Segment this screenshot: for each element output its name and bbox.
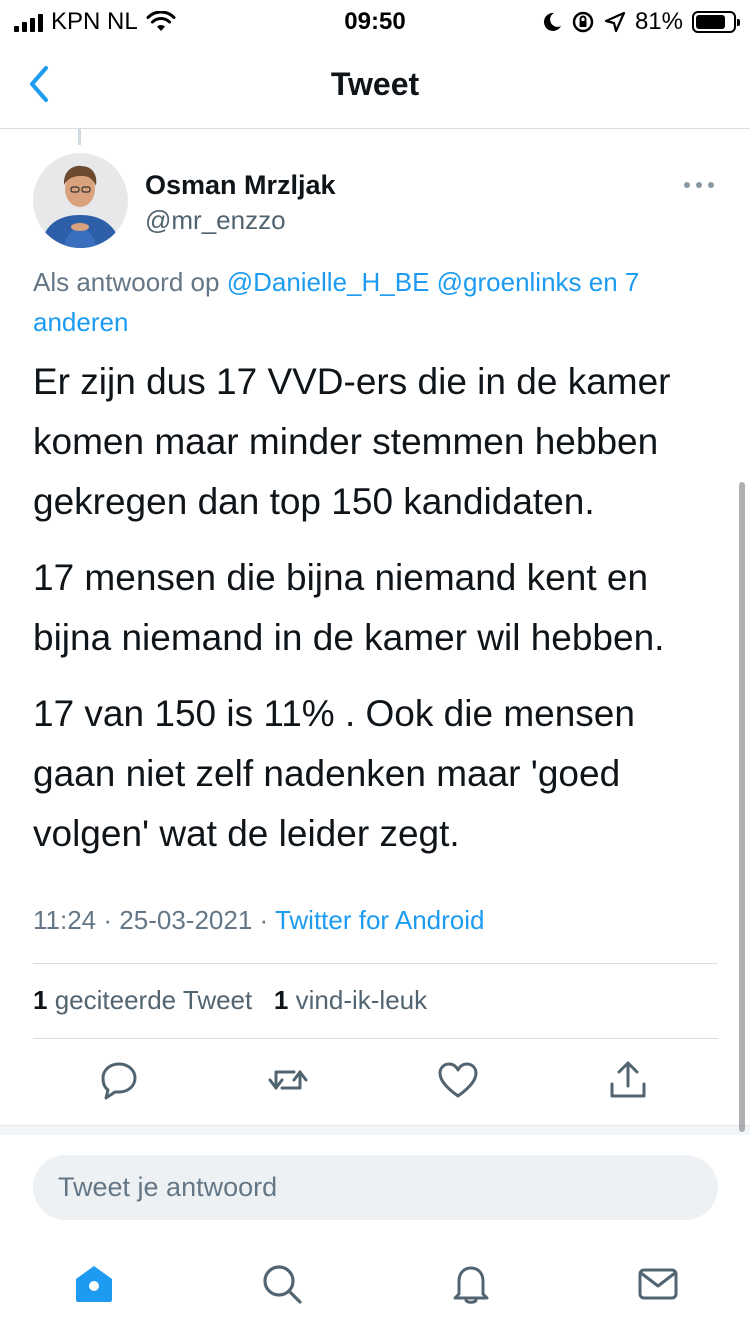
like-label: vind-ik-leuk bbox=[295, 985, 428, 1015]
tweet-stats: 1 geciteerde Tweet 1 vind-ik-leuk bbox=[33, 985, 427, 1016]
mention-link[interactable]: @Danielle_H_BE bbox=[227, 267, 430, 297]
more-options-icon[interactable] bbox=[684, 182, 714, 188]
battery-percent: 81% bbox=[634, 8, 683, 35]
search-icon[interactable] bbox=[260, 1262, 304, 1306]
avatar[interactable] bbox=[33, 153, 128, 248]
like-icon[interactable] bbox=[436, 1058, 480, 1102]
tweet-paragraph: 17 van 150 is 11% . Ook die mensen gaan … bbox=[33, 693, 635, 854]
divider bbox=[33, 963, 718, 964]
reply-prefix: Als antwoord op bbox=[33, 267, 220, 297]
quote-label: geciteerde Tweet bbox=[54, 985, 253, 1015]
tweet-paragraph: 17 mensen die bijna niemand kent en bijn… bbox=[33, 557, 665, 658]
tweet-date: 25-03-2021 bbox=[119, 905, 253, 935]
quote-stat[interactable]: 1 geciteerde Tweet bbox=[33, 985, 252, 1015]
tweet-text: Er zijn dus 17 VVD-ers die in de kamer k… bbox=[33, 352, 723, 880]
status-right: 81% bbox=[542, 8, 740, 36]
moon-icon bbox=[543, 12, 561, 31]
nav-header: Tweet bbox=[0, 44, 750, 129]
share-icon[interactable] bbox=[606, 1058, 650, 1102]
notifications-icon[interactable] bbox=[449, 1262, 493, 1306]
meta-separator: · bbox=[259, 905, 269, 935]
section-separator bbox=[0, 1125, 750, 1135]
tweet-time: 11:24 bbox=[33, 905, 97, 935]
location-icon bbox=[604, 11, 626, 33]
like-stat[interactable]: 1 vind-ik-leuk bbox=[274, 985, 427, 1015]
author-name[interactable]: Osman Mrzljak bbox=[145, 170, 336, 201]
reply-input[interactable]: Tweet je antwoord bbox=[33, 1155, 718, 1220]
home-icon[interactable] bbox=[72, 1262, 116, 1306]
battery-icon bbox=[692, 11, 740, 33]
mention-link[interactable]: @groenlinks bbox=[437, 267, 582, 297]
status-bar: KPN NL 09:50 81% bbox=[0, 0, 750, 44]
retweet-icon[interactable] bbox=[266, 1058, 310, 1102]
scrollbar[interactable] bbox=[739, 482, 745, 1132]
tweet-meta: 11:24 · 25-03-2021 · Twitter for Android bbox=[33, 905, 485, 936]
orientation-lock-icon bbox=[572, 11, 594, 33]
thread-line bbox=[78, 129, 81, 145]
tweet-paragraph: Er zijn dus 17 VVD-ers die in de kamer k… bbox=[33, 361, 671, 522]
reply-icon[interactable] bbox=[97, 1058, 141, 1102]
quote-count: 1 bbox=[33, 985, 48, 1015]
reply-context: Als antwoord op @Danielle_H_BE @groenlin… bbox=[33, 262, 713, 342]
like-count: 1 bbox=[273, 985, 289, 1015]
page-title: Tweet bbox=[330, 66, 420, 102]
battery-fill bbox=[696, 15, 726, 29]
avatar-image bbox=[33, 153, 128, 248]
messages-icon[interactable] bbox=[636, 1262, 680, 1306]
divider bbox=[33, 1038, 718, 1039]
tweet-source-link[interactable]: Twitter for Android bbox=[275, 905, 485, 935]
author-handle[interactable]: @mr_enzzo bbox=[145, 205, 286, 236]
meta-separator: · bbox=[103, 905, 113, 935]
